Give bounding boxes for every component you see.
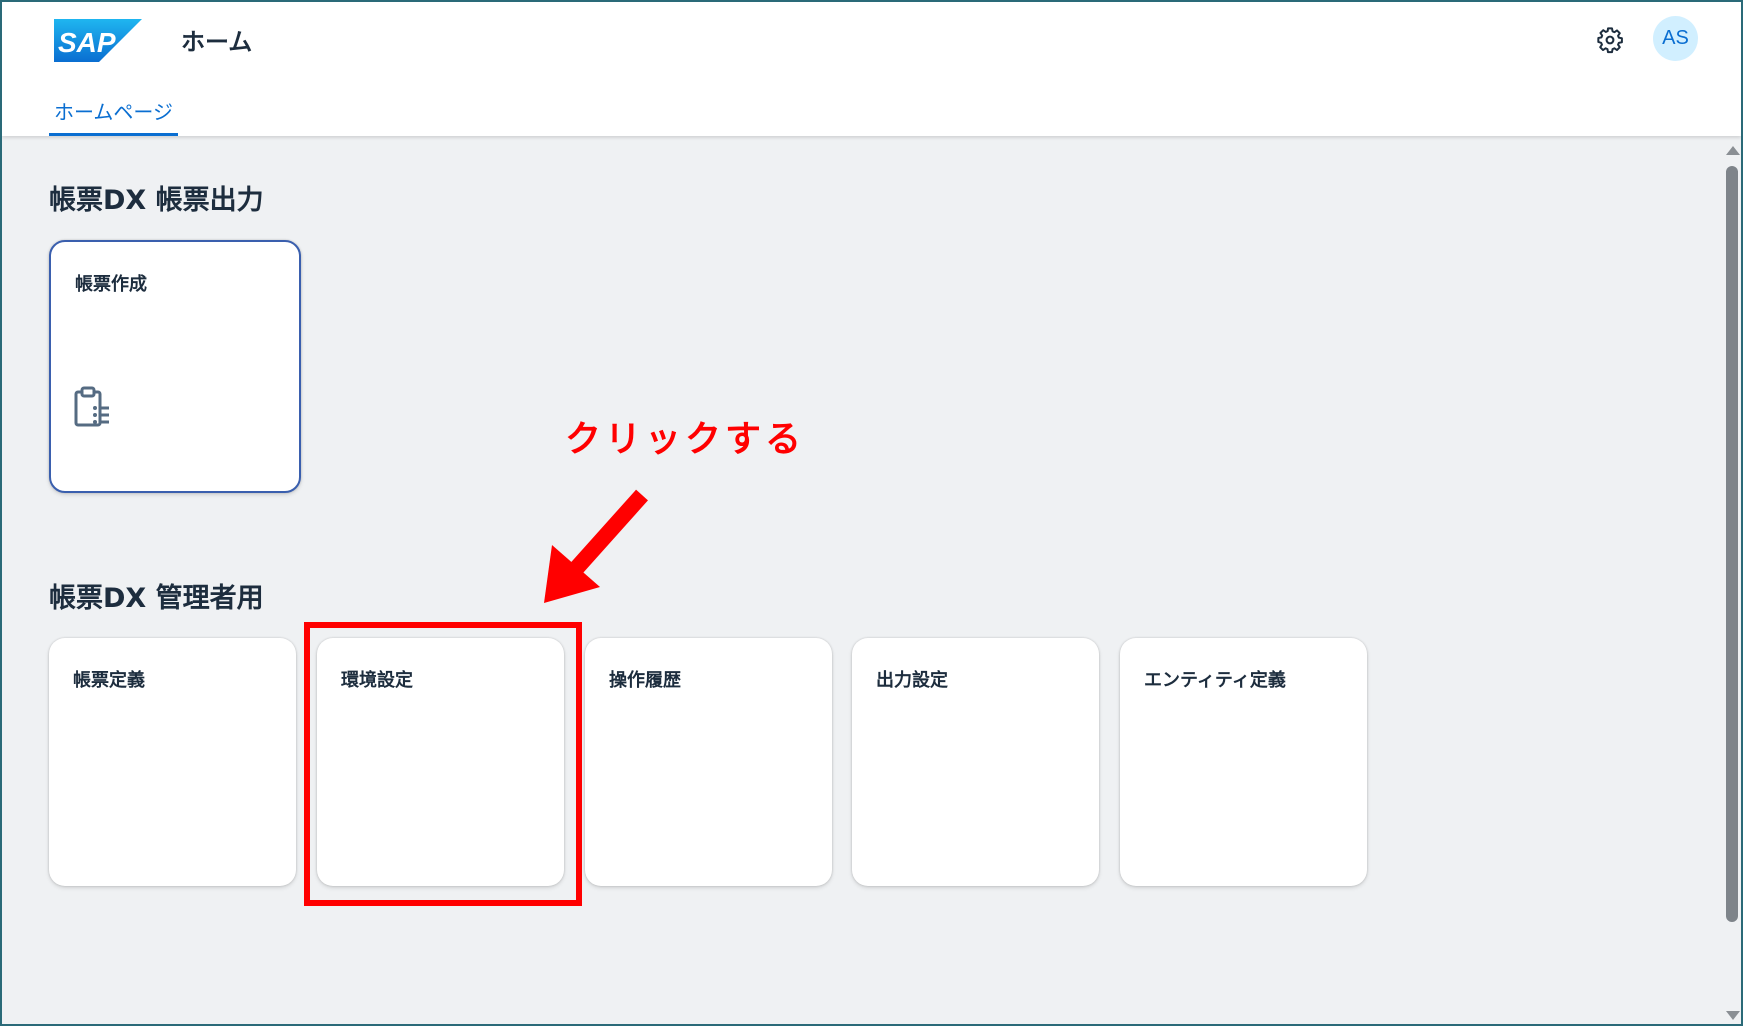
- tile-title: エンティティ定義: [1144, 670, 1286, 691]
- app-frame: SAP ホーム AS ホームページ 帳票DX 帳票出力 帳票作成 帳票DX 管理…: [0, 0, 1743, 1026]
- tile-entity-definition[interactable]: エンティティ定義: [1120, 638, 1367, 886]
- tile-title: 帳票作成: [75, 274, 147, 295]
- tile-title: 出力設定: [876, 670, 948, 691]
- tile-title: 環境設定: [341, 670, 413, 691]
- tile-title: 帳票定義: [73, 670, 145, 691]
- sap-logo-text: SAP: [58, 27, 116, 58]
- scroll-thumb[interactable]: [1726, 166, 1738, 922]
- shell-header: SAP ホーム AS ホームページ: [2, 2, 1741, 136]
- tile-title: 操作履歴: [609, 670, 681, 691]
- tile-operation-history[interactable]: 操作履歴: [585, 638, 832, 886]
- scroll-down-icon[interactable]: [1726, 1011, 1740, 1020]
- annotation-arrow-icon: [544, 489, 648, 603]
- user-avatar[interactable]: AS: [1653, 16, 1698, 61]
- tile-output-settings[interactable]: 出力設定: [852, 638, 1099, 886]
- gear-icon[interactable]: [1596, 26, 1624, 54]
- tile-create-form[interactable]: 帳票作成: [49, 240, 301, 493]
- tab-homepage[interactable]: ホームページ: [49, 82, 178, 136]
- tile-form-definition[interactable]: 帳票定義: [49, 638, 296, 886]
- section-title-output: 帳票DX 帳票出力: [49, 185, 264, 216]
- shell-title[interactable]: ホーム: [181, 22, 252, 57]
- annotation-label: クリックする: [565, 419, 806, 460]
- tile-environment-settings[interactable]: 環境設定: [317, 638, 564, 886]
- section-title-admin: 帳票DX 管理者用: [49, 583, 264, 614]
- scroll-up-icon[interactable]: [1726, 146, 1740, 155]
- vertical-scrollbar[interactable]: [1721, 140, 1741, 1024]
- clipboard-list-icon: [74, 386, 109, 427]
- sap-logo[interactable]: SAP: [54, 19, 142, 62]
